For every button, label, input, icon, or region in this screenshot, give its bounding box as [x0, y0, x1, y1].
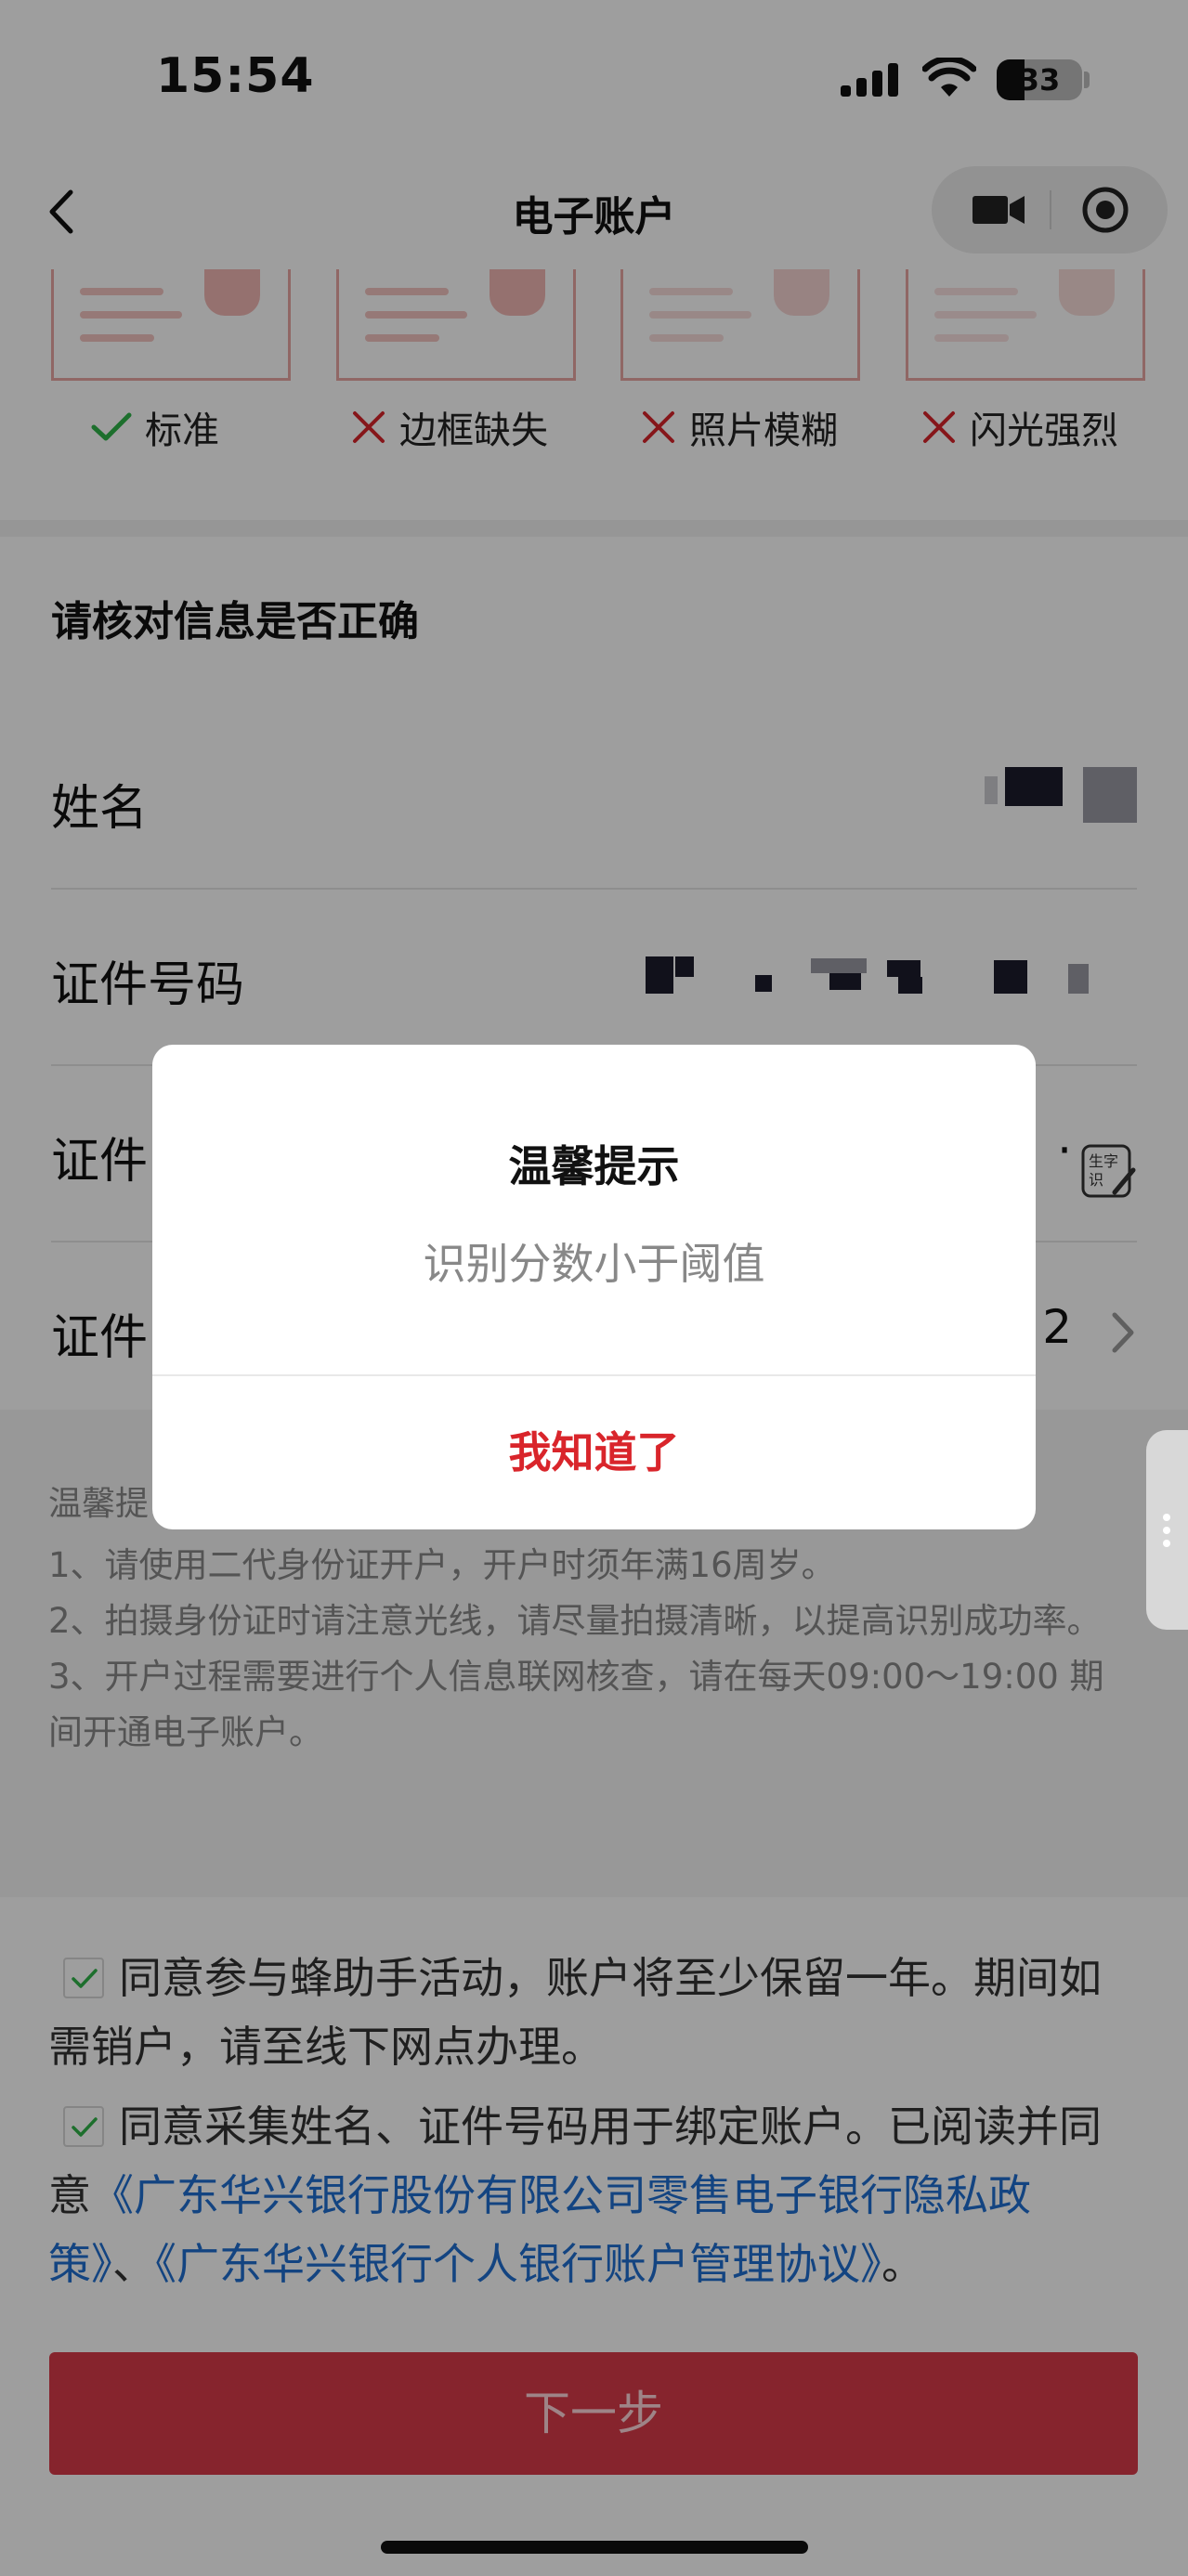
dialog-message: 识别分数小于阈值 [423, 1239, 765, 1289]
side-drag-handle[interactable] [1146, 1430, 1188, 1630]
alert-dialog: 温馨提示 识别分数小于阈值 我知道了 [152, 1045, 1036, 1529]
dialog-confirm-button[interactable]: 我知道了 [152, 1376, 1036, 1529]
dialog-title: 温馨提示 [508, 1141, 680, 1191]
